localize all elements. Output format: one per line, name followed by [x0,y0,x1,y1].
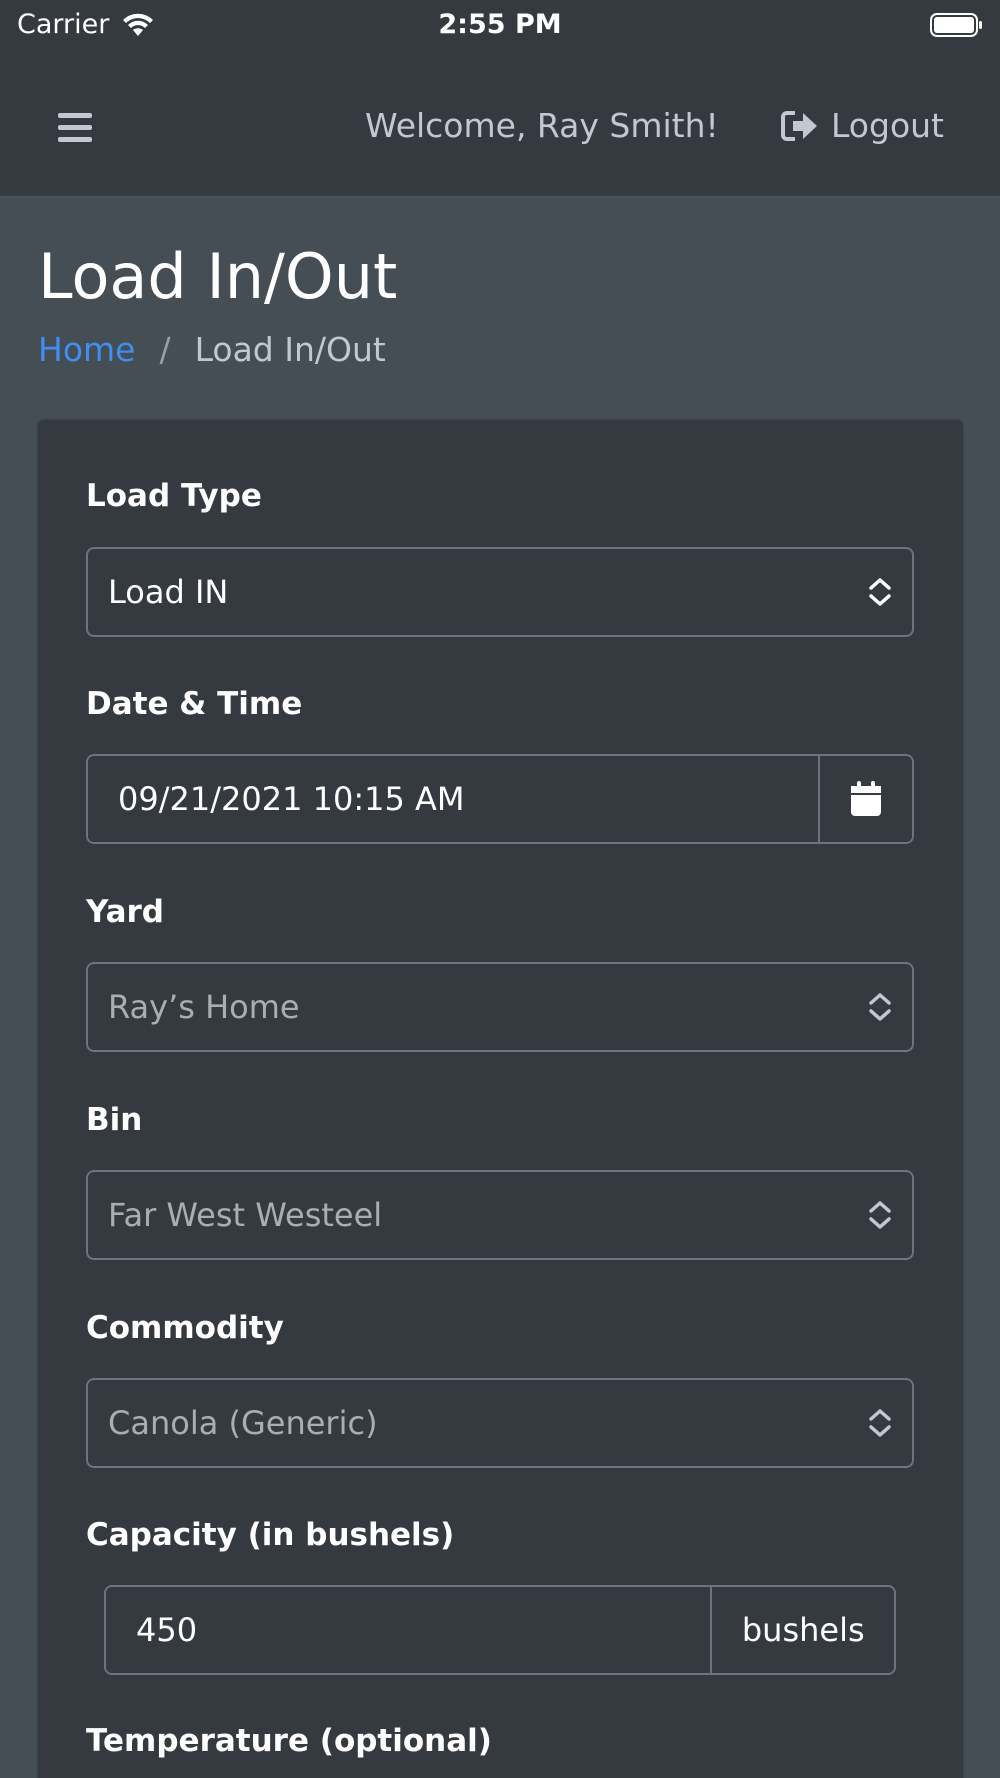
logout-icon [781,110,817,141]
load-type-label: Load Type [86,478,262,514]
menu-icon[interactable] [58,113,92,142]
breadcrumb-separator: / [159,330,171,369]
bin-select[interactable]: Far West Westeel [86,1170,914,1260]
status-bar: Carrier 2:55 PM [0,0,1000,50]
logout-label: Logout [831,106,944,145]
page-title: Load In/Out [38,240,398,313]
capacity-label: Capacity (in bushels) [86,1517,455,1553]
yard-value: Ray’s Home [108,988,300,1026]
top-navbar: Welcome, Ray Smith! Logout [0,50,1000,197]
welcome-message: Welcome, Ray Smith! [365,106,719,145]
capacity-group: 450 bushels [104,1585,896,1675]
breadcrumb-home-link[interactable]: Home [38,330,135,369]
yard-select[interactable]: Ray’s Home [86,962,914,1052]
load-type-select[interactable]: Load IN [86,547,914,637]
yard-label: Yard [86,894,164,930]
calendar-icon [851,781,882,816]
date-time-label: Date & Time [86,686,303,722]
status-time: 2:55 PM [438,9,562,40]
capacity-input[interactable]: 450 [106,1587,711,1673]
temperature-label: Temperature (optional) [86,1723,492,1759]
select-chevron-icon [869,1201,891,1229]
capacity-unit: bushels [710,1587,894,1673]
battery-icon [930,13,982,37]
select-chevron-icon [869,993,891,1021]
date-time-input[interactable]: 09/21/2021 10:15 AM [88,756,819,842]
load-type-value: Load IN [108,573,229,611]
select-chevron-icon [869,1409,891,1437]
calendar-button[interactable] [818,756,912,842]
breadcrumb-current: Load In/Out [194,330,386,369]
bin-value: Far West Westeel [108,1196,383,1234]
commodity-value: Canola (Generic) [108,1404,378,1442]
select-chevron-icon [869,578,891,606]
date-time-group: 09/21/2021 10:15 AM [86,754,914,844]
logout-button[interactable]: Logout [781,106,944,145]
commodity-label: Commodity [86,1310,284,1346]
breadcrumb: Home / Load In/Out [38,330,386,369]
bin-label: Bin [86,1102,143,1138]
commodity-select[interactable]: Canola (Generic) [86,1378,914,1468]
